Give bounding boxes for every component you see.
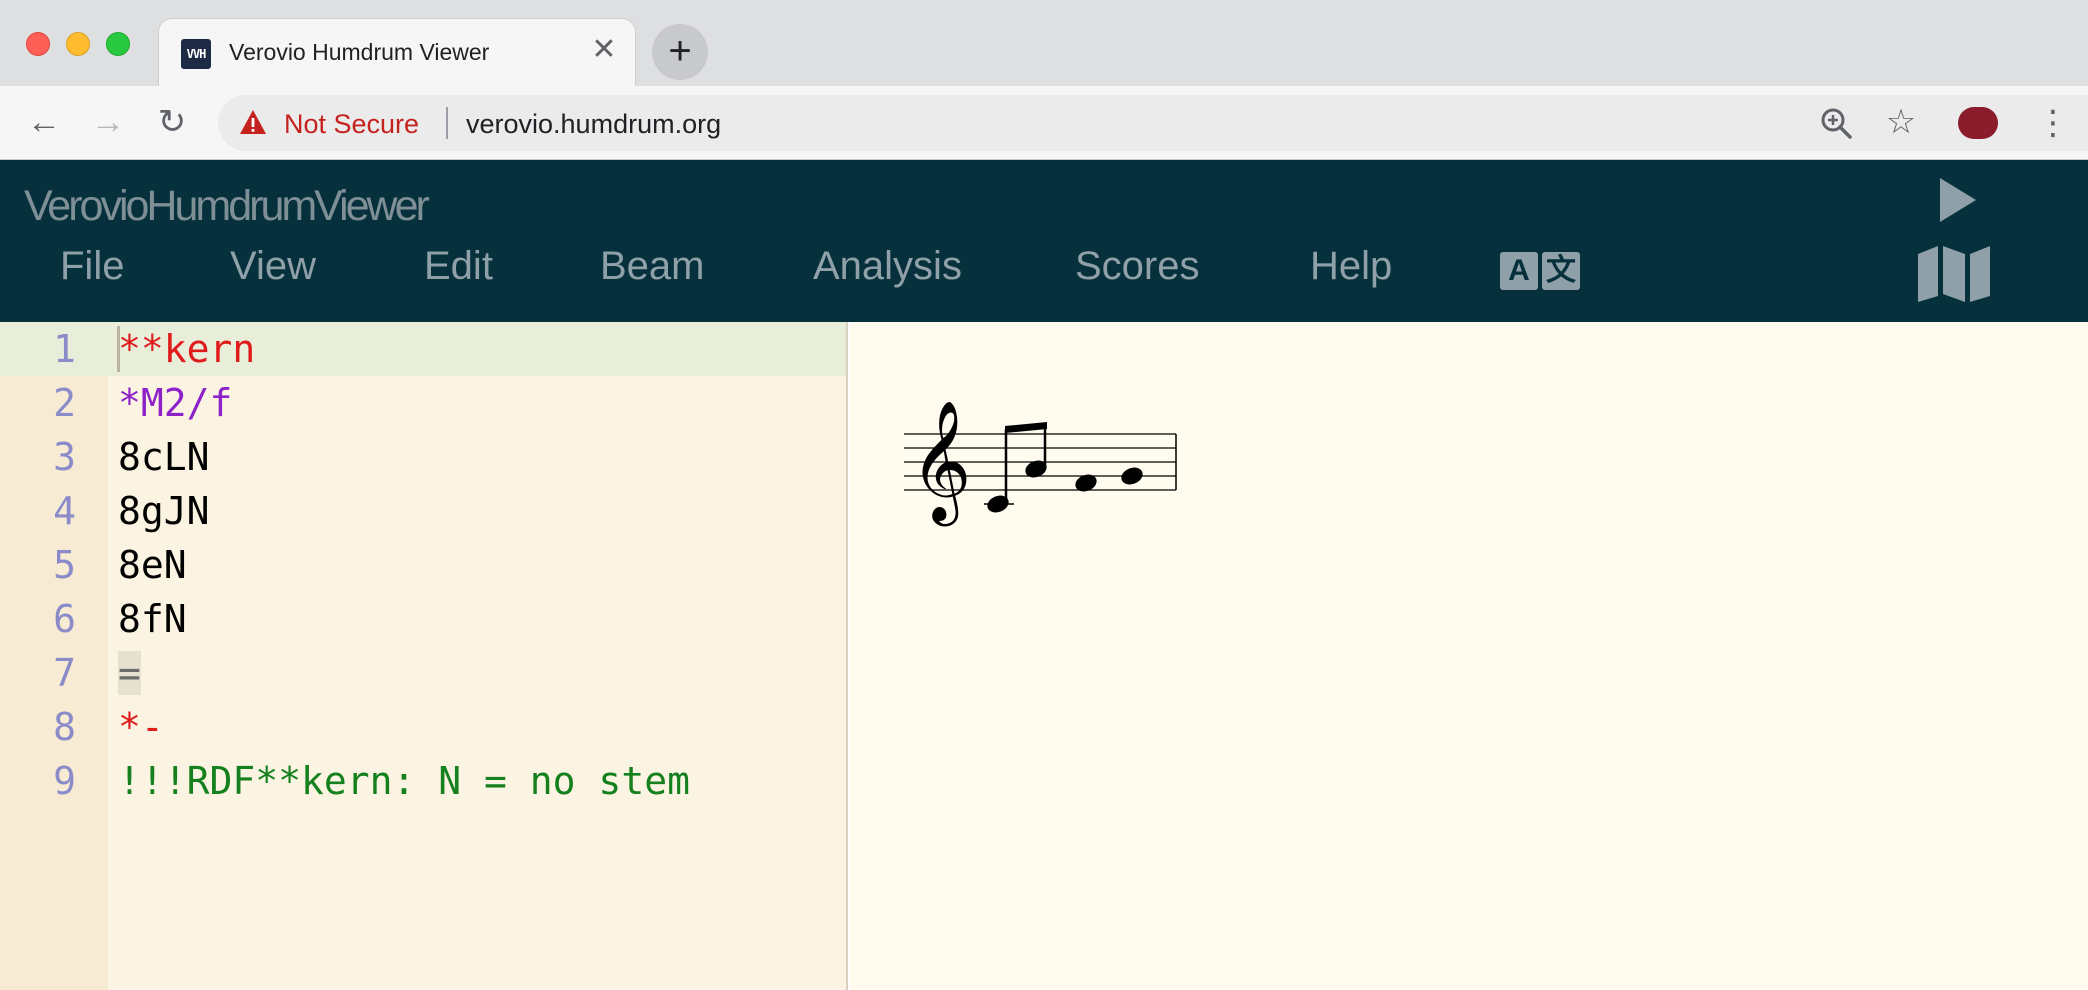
- kebab-menu-icon[interactable]: ⋮: [2036, 103, 2070, 143]
- line-text[interactable]: *-: [118, 705, 164, 749]
- favicon-icon: VVH: [181, 39, 211, 69]
- line-text[interactable]: **kern: [118, 327, 255, 371]
- line-number: 4: [53, 489, 76, 533]
- line-number: 2: [53, 381, 76, 425]
- editor-line[interactable]: 6 8fN: [0, 592, 846, 646]
- profile-icon[interactable]: [1958, 107, 1998, 139]
- menu-beam[interactable]: Beam: [600, 244, 705, 289]
- line-text[interactable]: 8eN: [118, 543, 187, 587]
- tab-close-icon[interactable]: ✕: [589, 35, 619, 65]
- line-text[interactable]: =: [118, 651, 141, 695]
- zoom-icon[interactable]: [1818, 105, 1854, 141]
- notation-preview[interactable]: 𝄞: [850, 322, 2088, 990]
- tab-title: Verovio Humdrum Viewer: [229, 39, 490, 65]
- lang-a-glyph: A: [1500, 252, 1538, 290]
- line-number: 9: [53, 759, 76, 803]
- line-number: 1: [53, 327, 76, 371]
- menu-scores[interactable]: Scores: [1075, 244, 1200, 289]
- menu-edit[interactable]: Edit: [424, 244, 493, 289]
- editor-line[interactable]: 9 !!!RDF**kern: N = no stem: [0, 754, 846, 808]
- browser-toolbar: ← → ↻ Not Secure verovio.humdrum.org ☆ ⋮: [0, 86, 2088, 160]
- humdrum-editor[interactable]: 1 **kern 2 *M2/f 3 8cLN 4 8gJN 5 8eN 6 8fN 7 = 8 *- 9!!!…: [0, 322, 848, 990]
- score-svg[interactable]: 𝄞: [900, 382, 1200, 552]
- menu-view[interactable]: View: [230, 244, 316, 289]
- editor-line[interactable]: 5 8eN: [0, 538, 846, 592]
- line-text[interactable]: 8fN: [118, 597, 187, 641]
- forward-button[interactable]: →: [86, 100, 130, 144]
- menu-file[interactable]: File: [60, 244, 124, 289]
- reload-button[interactable]: ↻: [150, 100, 194, 144]
- editor-line[interactable]: 1 **kern: [0, 322, 846, 376]
- app-header: VerovioHumdrumViewer File View Edit Beam…: [0, 160, 2088, 322]
- url-text[interactable]: verovio.humdrum.org: [466, 109, 721, 140]
- line-number: 8: [53, 705, 76, 749]
- warning-icon[interactable]: [238, 107, 268, 137]
- lang-b-glyph: 文: [1542, 252, 1580, 290]
- beam: [1005, 422, 1047, 433]
- menu-analysis[interactable]: Analysis: [813, 244, 962, 289]
- notehead-e: [1075, 474, 1097, 492]
- editor-line[interactable]: 3 8cLN: [0, 430, 846, 484]
- editor-line[interactable]: 7 =: [0, 646, 846, 700]
- line-number: 5: [53, 543, 76, 587]
- map-icon[interactable]: [1916, 244, 1992, 304]
- address-bar[interactable]: Not Secure verovio.humdrum.org ☆ ⋮: [218, 95, 2088, 151]
- editor-line[interactable]: 8 *-: [0, 700, 846, 754]
- star-icon[interactable]: ☆: [1882, 103, 1920, 141]
- menu-help[interactable]: Help: [1310, 244, 1392, 289]
- line-text[interactable]: !!!RDF**kern: N = no stem: [118, 759, 690, 803]
- not-secure-label[interactable]: Not Secure: [284, 109, 419, 140]
- play-icon[interactable]: [1938, 176, 1978, 224]
- treble-clef-icon: 𝄞: [910, 399, 971, 526]
- app-title: VerovioHumdrumViewer: [24, 182, 430, 230]
- line-number: 7: [53, 651, 76, 695]
- editor-line[interactable]: 4 8gJN: [0, 484, 846, 538]
- notehead-f: [1121, 467, 1143, 485]
- line-number: 3: [53, 435, 76, 479]
- line-number: 6: [53, 597, 76, 641]
- back-button[interactable]: ←: [22, 100, 66, 144]
- browser-tab[interactable]: VVH Verovio Humdrum Viewer ✕: [158, 18, 636, 86]
- language-translate-icon[interactable]: A 文: [1500, 252, 1582, 292]
- line-text[interactable]: 8gJN: [118, 489, 210, 533]
- window-minimize-button[interactable]: [66, 32, 90, 56]
- editor-line[interactable]: 2 *M2/f: [0, 376, 846, 430]
- line-text[interactable]: 8cLN: [118, 435, 210, 479]
- browser-tabstrip: VVH Verovio Humdrum Viewer ✕ +: [0, 0, 2088, 86]
- window-close-button[interactable]: [26, 32, 50, 56]
- window-maximize-button[interactable]: [106, 32, 130, 56]
- omnibox-divider: [446, 107, 448, 139]
- new-tab-button[interactable]: +: [652, 24, 708, 80]
- line-text[interactable]: *M2/f: [118, 381, 232, 425]
